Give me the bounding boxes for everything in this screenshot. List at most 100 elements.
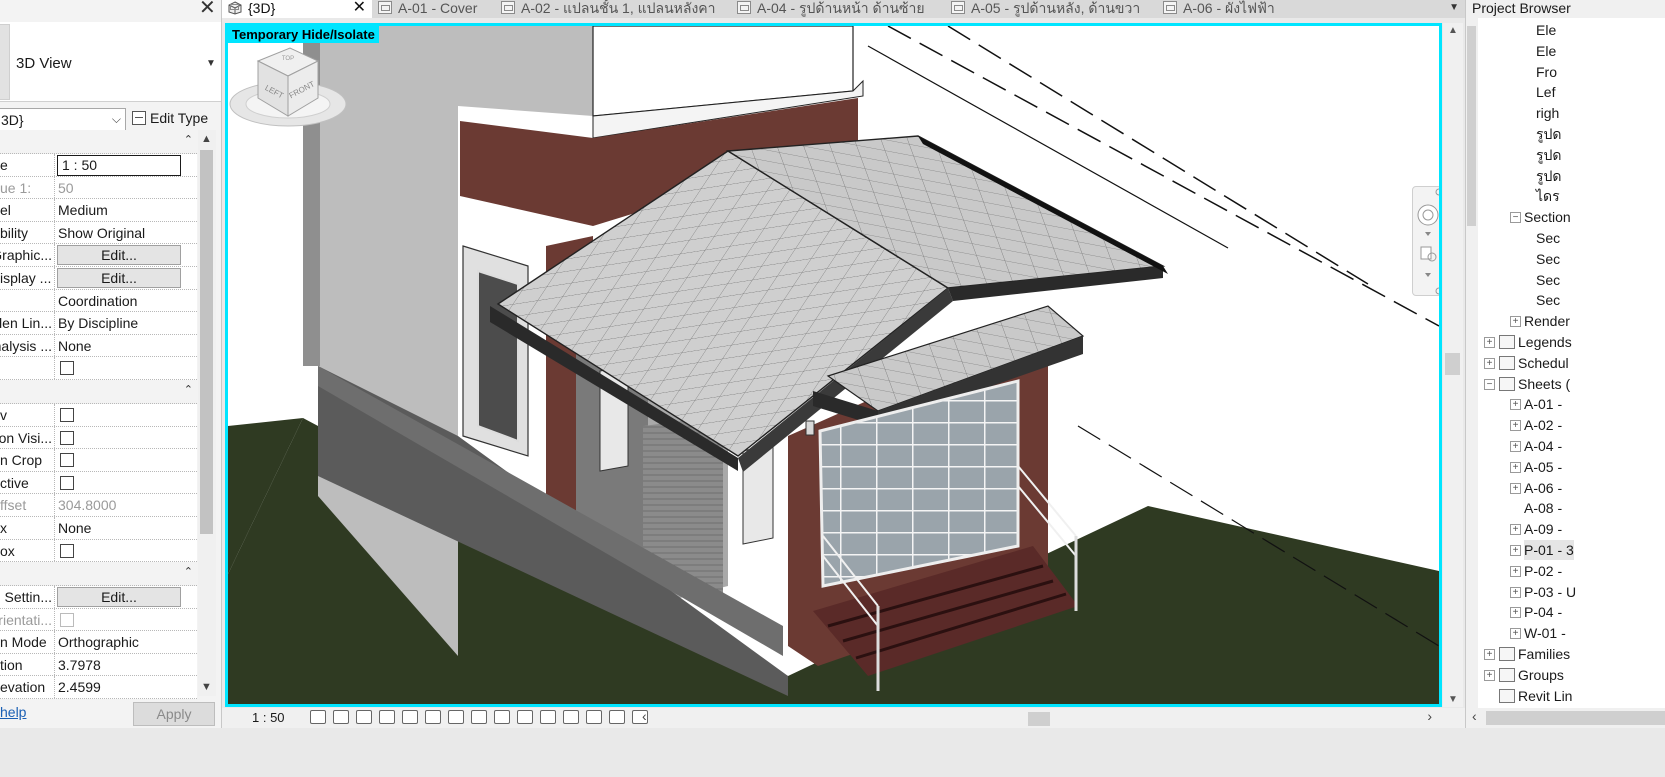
collapse-chevron-icon[interactable]: ⌃ (184, 383, 193, 396)
browser-item[interactable]: + A-01 - (1510, 394, 1562, 414)
browser-item[interactable]: + Schedul (1484, 353, 1569, 373)
property-value[interactable]: Orthographic (57, 631, 183, 653)
tab-3[interactable]: A-04 - รูปด้านหน้า ด้านซ้าย (731, 0, 945, 18)
collapse-chevron-icon[interactable]: ⌃ (184, 565, 193, 578)
browser-item[interactable]: − Sheets ( (1484, 374, 1570, 394)
browser-item[interactable]: + Render (1510, 311, 1570, 331)
property-group-header[interactable]: ⌃ (0, 130, 197, 154)
scroll-thumb[interactable] (1445, 353, 1460, 375)
highlight-icon[interactable] (586, 710, 602, 724)
browser-item[interactable]: + P-03 - U (1510, 582, 1576, 602)
view-scale-input[interactable]: 1 : 50 (57, 155, 181, 176)
browser-item[interactable]: + A-09 - (1510, 519, 1562, 539)
scroll-thumb[interactable] (1467, 26, 1476, 226)
browser-horizontal-scrollbar[interactable]: ‹ (1466, 708, 1665, 728)
property-value[interactable]: None (57, 335, 183, 357)
scroll-up-icon[interactable]: ▲ (201, 133, 212, 145)
browser-item[interactable]: Sec (1536, 228, 1560, 248)
visual-style-icon[interactable] (333, 710, 349, 724)
crop-view-icon[interactable] (425, 710, 441, 724)
scroll-up-icon[interactable]: ▲ (1448, 25, 1458, 36)
expand-icon[interactable]: + (1510, 316, 1521, 328)
expand-icon[interactable]: + (1510, 565, 1521, 577)
browser-item[interactable]: + Groups (1484, 665, 1564, 685)
browser-item[interactable]: Sec (1536, 270, 1560, 290)
browser-item[interactable]: + P-04 - (1510, 602, 1562, 622)
navigation-bar[interactable] (1412, 186, 1442, 296)
expand-icon[interactable]: + (1510, 607, 1521, 619)
tab-4[interactable]: A-05 - รูปด้านหลัง, ด้านขวา (945, 0, 1157, 18)
property-value[interactable]: Coordination (57, 290, 183, 312)
expand-icon[interactable]: + (1484, 337, 1495, 348)
browser-item[interactable]: Ele (1536, 20, 1556, 40)
expand-icon[interactable]: + (1510, 586, 1521, 598)
property-checkbox[interactable] (60, 430, 74, 445)
scroll-down-icon[interactable]: ▼ (1448, 694, 1458, 705)
browser-item[interactable]: + Families (1484, 644, 1570, 664)
scroll-left-icon[interactable]: ‹ (642, 708, 647, 724)
properties-scrollbar[interactable]: ▲ ▼ (198, 130, 216, 696)
browser-item[interactable]: Lef (1536, 82, 1555, 102)
property-value[interactable]: 2.4599 (57, 676, 183, 698)
browser-item[interactable]: Sec (1536, 290, 1560, 310)
close-icon[interactable] (1435, 188, 1442, 196)
edit-button[interactable]: Edit... (57, 267, 181, 288)
view-scale[interactable]: 1 : 50 (252, 710, 285, 725)
expand-icon[interactable]: + (1484, 357, 1495, 369)
edit-button[interactable]: Edit... (57, 587, 181, 608)
browser-item[interactable]: + P-02 - (1510, 561, 1562, 581)
browser-item[interactable]: รูปด (1536, 145, 1562, 165)
shadows-icon[interactable] (379, 710, 395, 724)
property-value[interactable]: Show Original (57, 222, 183, 244)
expand-icon[interactable]: + (1510, 628, 1521, 640)
steering-wheel-icon[interactable] (1417, 204, 1439, 226)
viewport-horizontal-scrollbar[interactable]: ‹ › (642, 708, 1432, 726)
show-crop-icon[interactable] (448, 710, 464, 724)
property-checkbox[interactable] (60, 475, 74, 490)
browser-item[interactable]: Sec (1536, 249, 1560, 269)
browser-item[interactable]: ไดร (1536, 186, 1560, 206)
properties-help-link[interactable]: help (0, 704, 26, 720)
browser-item[interactable]: รูปด (1536, 124, 1562, 144)
browser-item[interactable]: + A-02 - (1510, 415, 1562, 435)
tab-1[interactable]: A-01 - Cover (372, 0, 495, 18)
browser-item[interactable]: Revit Lin (1498, 686, 1572, 706)
tabs-menu-icon[interactable]: ▼ (1449, 2, 1459, 13)
browser-item[interactable]: + P-01 - 3 (1510, 540, 1574, 560)
worksharing-icon[interactable] (540, 710, 556, 724)
constraints-icon[interactable] (609, 710, 625, 724)
temporary-hide-icon[interactable] (494, 710, 510, 724)
reveal-hidden-icon[interactable] (517, 710, 533, 724)
render-icon[interactable] (402, 710, 418, 724)
expand-icon[interactable]: + (1484, 669, 1495, 681)
scroll-thumb[interactable] (1028, 712, 1050, 726)
property-group-header[interactable]: ⌃ (0, 379, 197, 404)
scroll-right-icon[interactable]: › (1427, 708, 1432, 724)
scroll-down-icon[interactable]: ▼ (201, 681, 212, 693)
scroll-left-icon[interactable]: ‹ (1472, 708, 1477, 724)
browser-item[interactable]: + A-04 - (1510, 436, 1562, 456)
browser-item[interactable]: + A-05 - (1510, 457, 1562, 477)
viewcube[interactable]: TOP LEFT FRONT (228, 26, 348, 136)
unlock-view-icon[interactable] (471, 710, 487, 724)
tab-2[interactable]: A-02 - แปลนชั้น 1, แปลนหลังคา (495, 0, 731, 18)
browser-item[interactable]: รูปด (1536, 166, 1562, 186)
edit-button[interactable]: Edit... (57, 245, 181, 266)
browser-item[interactable]: Ele (1536, 41, 1556, 61)
collapse-icon[interactable]: − (1484, 378, 1495, 390)
viewport-vertical-scrollbar[interactable]: ▲ ▼ (1443, 23, 1463, 707)
scroll-thumb[interactable] (1486, 711, 1665, 725)
expand-icon[interactable]: + (1510, 545, 1521, 556)
chevron-down-icon[interactable]: ▼ (206, 58, 216, 69)
zoom-icon[interactable] (1420, 246, 1432, 260)
browser-item[interactable]: A-08 - (1524, 498, 1562, 518)
browser-item[interactable]: righ (1536, 103, 1559, 123)
close-icon[interactable]: ✕ (199, 0, 216, 18)
edit-type-button[interactable]: Edit Type (132, 110, 208, 126)
expand-icon[interactable]: + (1510, 420, 1521, 432)
browser-item[interactable]: Fro (1536, 62, 1557, 82)
property-value[interactable]: By Discipline (57, 312, 183, 334)
sun-path-icon[interactable] (356, 710, 372, 724)
expand-icon[interactable]: + (1510, 482, 1521, 494)
instance-selector[interactable]: 3D} ⌵ (0, 108, 126, 132)
